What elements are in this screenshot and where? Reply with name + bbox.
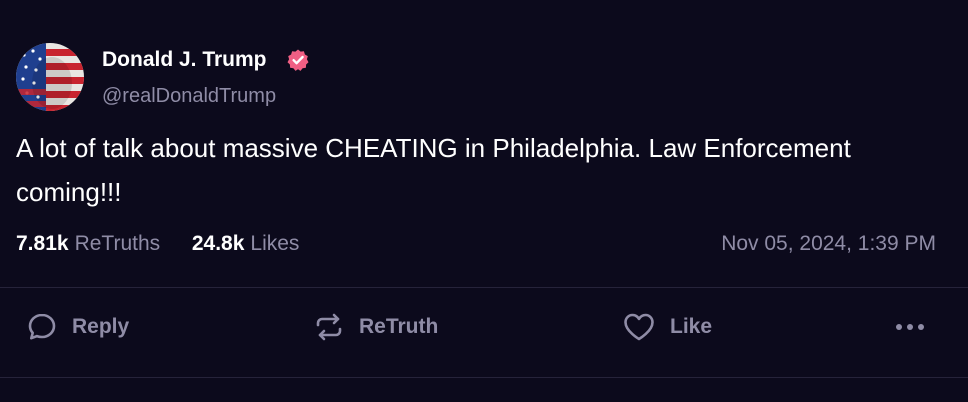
post-text: A lot of talk about massive CHEATING in … [16, 133, 851, 207]
heart-icon [624, 313, 654, 341]
like-button[interactable]: Like [622, 308, 712, 346]
post-timestamp[interactable]: Nov 05, 2024, 1:39 PM [721, 231, 936, 257]
more-dots-icon [896, 324, 924, 330]
author-handle[interactable]: @realDonaldTrump [102, 84, 276, 108]
likes-label: Likes [250, 232, 300, 255]
divider-bottom [0, 377, 968, 378]
retruths-count: 7.81k [16, 232, 69, 255]
retruth-button[interactable]: ReTruth [313, 308, 438, 346]
retruth-arrows-icon [316, 313, 342, 341]
author-avatar[interactable] [16, 43, 84, 111]
flag-face-avatar [16, 43, 84, 111]
retruths-label: ReTruths [74, 232, 161, 255]
verified-check-icon [287, 49, 309, 71]
retruths-stat[interactable]: 7.81k ReTruths [16, 232, 166, 255]
like-label: Like [670, 315, 713, 338]
likes-stat[interactable]: 24.8k Likes [186, 232, 300, 255]
likes-count: 24.8k [191, 232, 245, 255]
reply-label: Reply [72, 315, 130, 338]
author-display-name[interactable]: Donald J. Trump [102, 48, 267, 72]
post-stats: 7.81k ReTruths 24.8k Likes [16, 231, 299, 257]
reply-button[interactable]: Reply [26, 308, 129, 346]
speech-bubble-icon [28, 313, 56, 340]
divider-top [0, 287, 968, 288]
post-card: Donald J. Trump @realDonaldTrump A lot o… [0, 0, 968, 402]
more-button[interactable] [888, 312, 932, 342]
retruth-label: ReTruth [359, 315, 439, 338]
